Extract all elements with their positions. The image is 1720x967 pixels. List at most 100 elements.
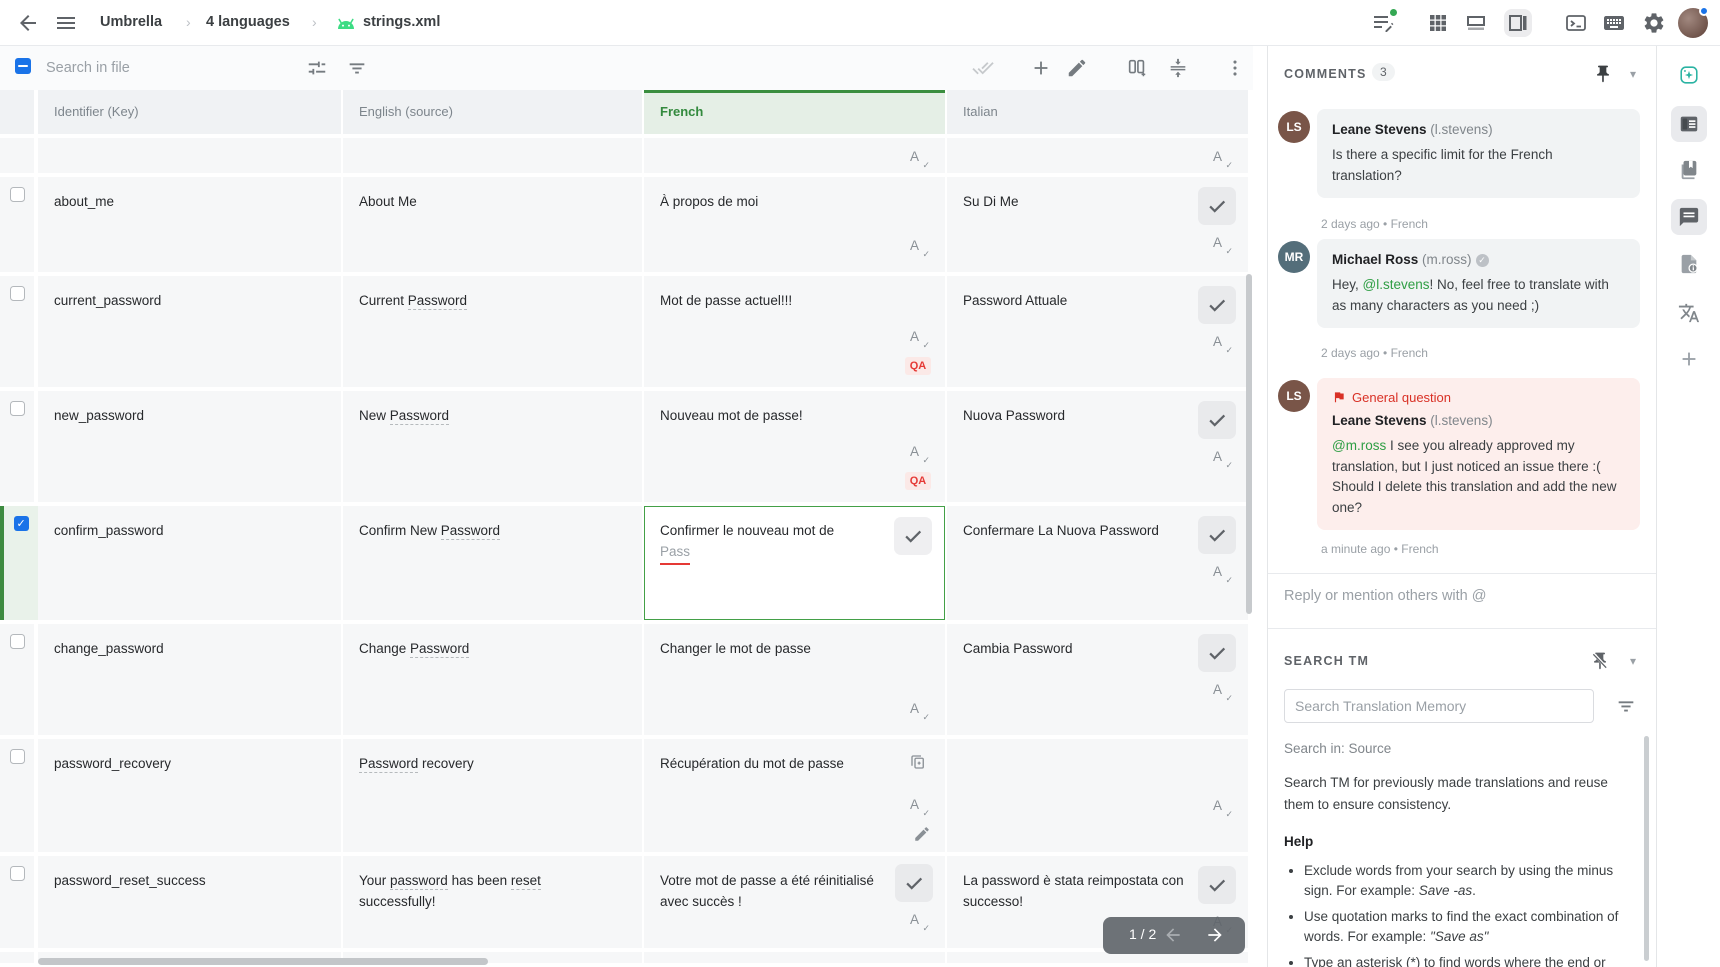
grid-view-icon[interactable] xyxy=(1426,11,1450,35)
machine-translation-icon[interactable]: A✓ xyxy=(1212,564,1230,582)
machine-translation-icon[interactable]: A✓ xyxy=(909,912,927,930)
approve-check-button[interactable] xyxy=(1198,634,1236,672)
reader-panel-icon[interactable] xyxy=(1671,106,1707,142)
tune-icon[interactable] xyxy=(306,57,328,79)
row-checkbox[interactable] xyxy=(10,401,25,416)
approve-check-button[interactable] xyxy=(895,864,933,902)
keyboard-icon[interactable] xyxy=(1602,11,1626,35)
filter-icon[interactable] xyxy=(346,57,368,79)
breadcrumb-languages[interactable]: 4 languages xyxy=(206,14,290,30)
collapse-rows-icon[interactable] xyxy=(1167,57,1189,79)
hamburger-menu-icon[interactable] xyxy=(54,11,78,35)
settings-gear-icon[interactable] xyxy=(1642,11,1666,35)
row-checkbox[interactable] xyxy=(10,749,25,764)
dock-right-icon[interactable] xyxy=(1504,9,1532,37)
approve-check-button[interactable] xyxy=(1198,401,1236,439)
reply-input[interactable] xyxy=(1284,588,1634,604)
terminal-icon[interactable] xyxy=(1564,11,1588,35)
row-checkbox[interactable] xyxy=(14,516,29,531)
table-horizontal-scrollbar[interactable] xyxy=(38,958,488,965)
key-cell[interactable] xyxy=(38,138,341,173)
row-checkbox[interactable] xyxy=(10,866,25,881)
english-cell[interactable]: About Me xyxy=(343,177,642,272)
machine-translation-icon[interactable]: A✓ xyxy=(1212,334,1230,352)
table-vertical-scrollbar[interactable] xyxy=(1246,274,1252,614)
comments-icon[interactable] xyxy=(1671,199,1707,235)
back-icon[interactable] xyxy=(16,11,40,35)
english-cell[interactable]: Change Password xyxy=(343,624,642,735)
machine-translation-icon[interactable]: A✓ xyxy=(909,797,927,815)
mention-link[interactable]: @l.stevens xyxy=(1363,277,1430,292)
edit-icon[interactable] xyxy=(1066,57,1088,79)
key-cell[interactable]: password_recovery xyxy=(38,739,341,852)
row-checkbox[interactable] xyxy=(10,634,25,649)
french-cell[interactable]: Mot de passe actuel!!!A✓QA xyxy=(644,276,945,387)
english-cell[interactable]: Your password has been reset successfull… xyxy=(343,856,642,948)
machine-translation-icon[interactable]: A✓ xyxy=(909,701,927,719)
approve-check-button[interactable] xyxy=(1198,286,1236,324)
machine-translation-icon[interactable]: A✓ xyxy=(1212,235,1230,253)
breadcrumb-project[interactable]: Umbrella xyxy=(100,14,162,30)
tm-scrollbar[interactable] xyxy=(1644,736,1649,961)
mention-link[interactable]: @m.ross xyxy=(1332,438,1386,453)
machine-translation-icon[interactable]: A✓ xyxy=(1212,449,1230,467)
french-cell[interactable]: Votre mot de passe a été réinitialisé av… xyxy=(644,856,945,948)
french-cell[interactable]: À propos de moiA✓ xyxy=(644,177,945,272)
english-cell[interactable]: Current Password xyxy=(343,276,642,387)
tm-search-scope[interactable]: Search in: Source xyxy=(1284,741,1391,756)
glossary-icon[interactable] xyxy=(1671,152,1707,188)
english-cell[interactable]: Confirm New Password xyxy=(343,506,642,620)
approve-check-button[interactable] xyxy=(894,517,932,555)
italian-cell[interactable]: Password AttualeA✓ xyxy=(947,276,1248,387)
machine-translation-icon[interactable]: A✓ xyxy=(909,329,927,347)
italian-cell[interactable]: Nuova PasswordA✓ xyxy=(947,391,1248,502)
key-cell[interactable]: current_password xyxy=(38,276,341,387)
ai-assistant-icon[interactable] xyxy=(1671,57,1707,93)
pin-off-icon[interactable] xyxy=(1590,651,1610,671)
french-cell[interactable]: Récupération du mot de passeA✓ xyxy=(644,739,945,852)
qa-badge[interactable]: QA xyxy=(905,472,931,490)
collapse-chevron-icon[interactable]: ▾ xyxy=(1630,654,1636,668)
translate-icon[interactable] xyxy=(1671,295,1707,331)
italian-cell[interactable]: Cambia PasswordA✓ xyxy=(947,624,1248,735)
breadcrumb-file[interactable]: strings.xml xyxy=(363,14,440,30)
search-tm-input[interactable] xyxy=(1284,689,1594,723)
key-cell[interactable]: about_me xyxy=(38,177,341,272)
dock-bottom-icon[interactable] xyxy=(1464,11,1488,35)
approve-all-icon[interactable] xyxy=(972,57,994,79)
edit-translation-icon[interactable] xyxy=(913,825,928,840)
search-in-file-input[interactable] xyxy=(46,56,276,80)
next-page-icon[interactable] xyxy=(1205,925,1225,945)
machine-translation-icon[interactable]: A✓ xyxy=(1212,682,1230,700)
english-cell[interactable]: Password recovery xyxy=(343,739,642,852)
more-options-icon[interactable] xyxy=(1224,57,1246,79)
italian-cell[interactable]: Confermare La Nuova PasswordA✓ xyxy=(947,506,1248,620)
row-checkbox[interactable] xyxy=(10,286,25,301)
select-all-checkbox[interactable] xyxy=(15,58,31,74)
key-cell[interactable]: change_password xyxy=(38,624,341,735)
key-cell[interactable]: password_reset_success xyxy=(38,856,341,948)
key-cell[interactable]: confirm_password xyxy=(38,506,341,620)
french-cell[interactable] xyxy=(644,952,945,963)
french-cell[interactable]: Nouveau mot de passe!A✓QA xyxy=(644,391,945,502)
column-header-english[interactable]: English (source) xyxy=(343,90,642,134)
tm-filter-icon[interactable] xyxy=(1615,695,1637,717)
italian-cell[interactable]: A✓ xyxy=(947,739,1248,852)
column-header-key[interactable]: Identifier (Key) xyxy=(38,90,341,134)
tasks-icon[interactable] xyxy=(1371,11,1395,35)
italian-cell[interactable]: Su Di MeA✓ xyxy=(947,177,1248,272)
machine-translation-icon[interactable]: A✓ xyxy=(909,444,927,462)
machine-translation-icon[interactable]: A✓ xyxy=(909,149,927,167)
approve-check-button[interactable] xyxy=(1198,866,1236,904)
machine-translation-icon[interactable]: A✓ xyxy=(909,238,927,256)
italian-cell[interactable]: A✓ xyxy=(947,138,1248,173)
add-key-icon[interactable] xyxy=(1030,57,1052,79)
key-cell[interactable]: new_password xyxy=(38,391,341,502)
row-checkbox[interactable] xyxy=(10,187,25,202)
approve-check-button[interactable] xyxy=(1198,187,1236,225)
machine-translation-icon[interactable]: A✓ xyxy=(1212,149,1230,167)
french-cell[interactable]: A✓ xyxy=(644,138,945,173)
column-header-italian[interactable]: Italian xyxy=(947,90,1248,134)
copy-icon[interactable] xyxy=(909,753,931,775)
previous-page-icon[interactable] xyxy=(1163,925,1183,945)
